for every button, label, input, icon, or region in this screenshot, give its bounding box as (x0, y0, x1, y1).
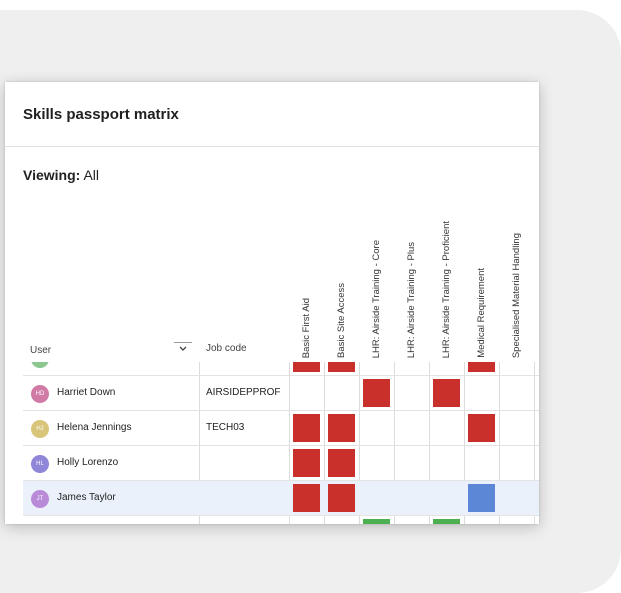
column-header-skill[interactable]: Medical Requirement (464, 182, 498, 358)
column-header-skill[interactable]: LHR: Airside Training - Proficient (429, 182, 463, 358)
skill-status-cell[interactable] (468, 484, 495, 512)
skill-header-label: LHR: Airside Training - Core (370, 239, 382, 358)
job-code: AIRSIDEPPROF (206, 387, 281, 398)
skill-status-cell[interactable] (293, 449, 320, 477)
skill-status-cell[interactable] (363, 519, 390, 524)
skill-header-label: Specialised Material Handling (510, 232, 522, 358)
user-name[interactable]: James Taylor (57, 492, 116, 503)
table-row[interactable] (23, 516, 539, 524)
chevron-down-icon (179, 346, 187, 351)
skill-status-cell[interactable] (363, 379, 390, 407)
user-column-dropdown[interactable] (174, 342, 192, 354)
header-divider (5, 146, 539, 147)
user-name[interactable]: Holly Lorenzo (57, 457, 118, 468)
skill-status-cell[interactable] (433, 379, 460, 407)
page-title: Skills passport matrix (23, 106, 179, 123)
user-name[interactable]: Emma Crummery (57, 362, 135, 363)
skill-status-cell[interactable] (433, 519, 460, 524)
column-header-skill[interactable]: Basic First Aid (289, 182, 323, 358)
skill-status-cell[interactable] (293, 484, 320, 512)
avatar: HJ (31, 420, 49, 438)
column-header-user[interactable]: User (30, 345, 51, 356)
matrix-grid: EC Emma Crummery TECH01 HD Harriet Down AIRSI… (23, 362, 539, 524)
job-code: TECH03 (206, 422, 245, 433)
skill-status-cell[interactable] (328, 484, 355, 512)
column-header-skill[interactable]: Specialised Material Handling (499, 182, 533, 358)
table-row[interactable]: HD Harriet Down AIRSIDEPPROF (23, 376, 539, 411)
skill-status-cell[interactable] (328, 362, 355, 372)
skill-status-cell[interactable] (293, 362, 320, 372)
table-row[interactable]: EC Emma Crummery TECH01 (23, 362, 539, 376)
job-code: TECH01 (206, 362, 244, 363)
column-header-skill[interactable]: Basic Site Access (324, 182, 358, 358)
skill-header-label: Basic First Aid (300, 297, 312, 358)
user-name[interactable]: Harriet Down (57, 387, 115, 398)
skill-header-label: Basic Site Access (335, 283, 347, 358)
column-header-job-code[interactable]: Job code (206, 343, 247, 354)
skill-status-cell[interactable] (468, 362, 495, 372)
table-row[interactable]: HJ Helena Jennings TECH03 (23, 411, 539, 446)
viewing-label: Viewing: (23, 167, 81, 183)
table-row[interactable]: HL Holly Lorenzo (23, 446, 539, 481)
skill-status-cell[interactable] (328, 449, 355, 477)
skill-header-label: Medical Requirement (475, 268, 487, 358)
column-header-skill[interactable]: LHR: Airside Training - Core (359, 182, 393, 358)
skill-status-cell[interactable] (293, 414, 320, 442)
user-name[interactable]: Helena Jennings (57, 422, 132, 433)
column-header-skill[interactable]: LHR: Airside Training - Plus (394, 182, 428, 358)
skills-matrix-card: Skills passport matrix Viewing: All User… (5, 82, 539, 524)
avatar: HD (31, 385, 49, 403)
avatar: EC (31, 362, 49, 368)
skill-header-label: LHR: Airside Training - Plus (405, 241, 417, 358)
viewing-value: All (83, 167, 99, 183)
skill-status-cell[interactable] (328, 414, 355, 442)
skill-status-cell[interactable] (468, 414, 495, 442)
avatar: JT (31, 490, 49, 508)
table-row[interactable]: JT James Taylor (23, 481, 539, 516)
viewing-filter[interactable]: Viewing: All (23, 167, 99, 183)
skill-header-label: LHR: Airside Training - Proficient (440, 220, 452, 358)
avatar: HL (31, 455, 49, 473)
